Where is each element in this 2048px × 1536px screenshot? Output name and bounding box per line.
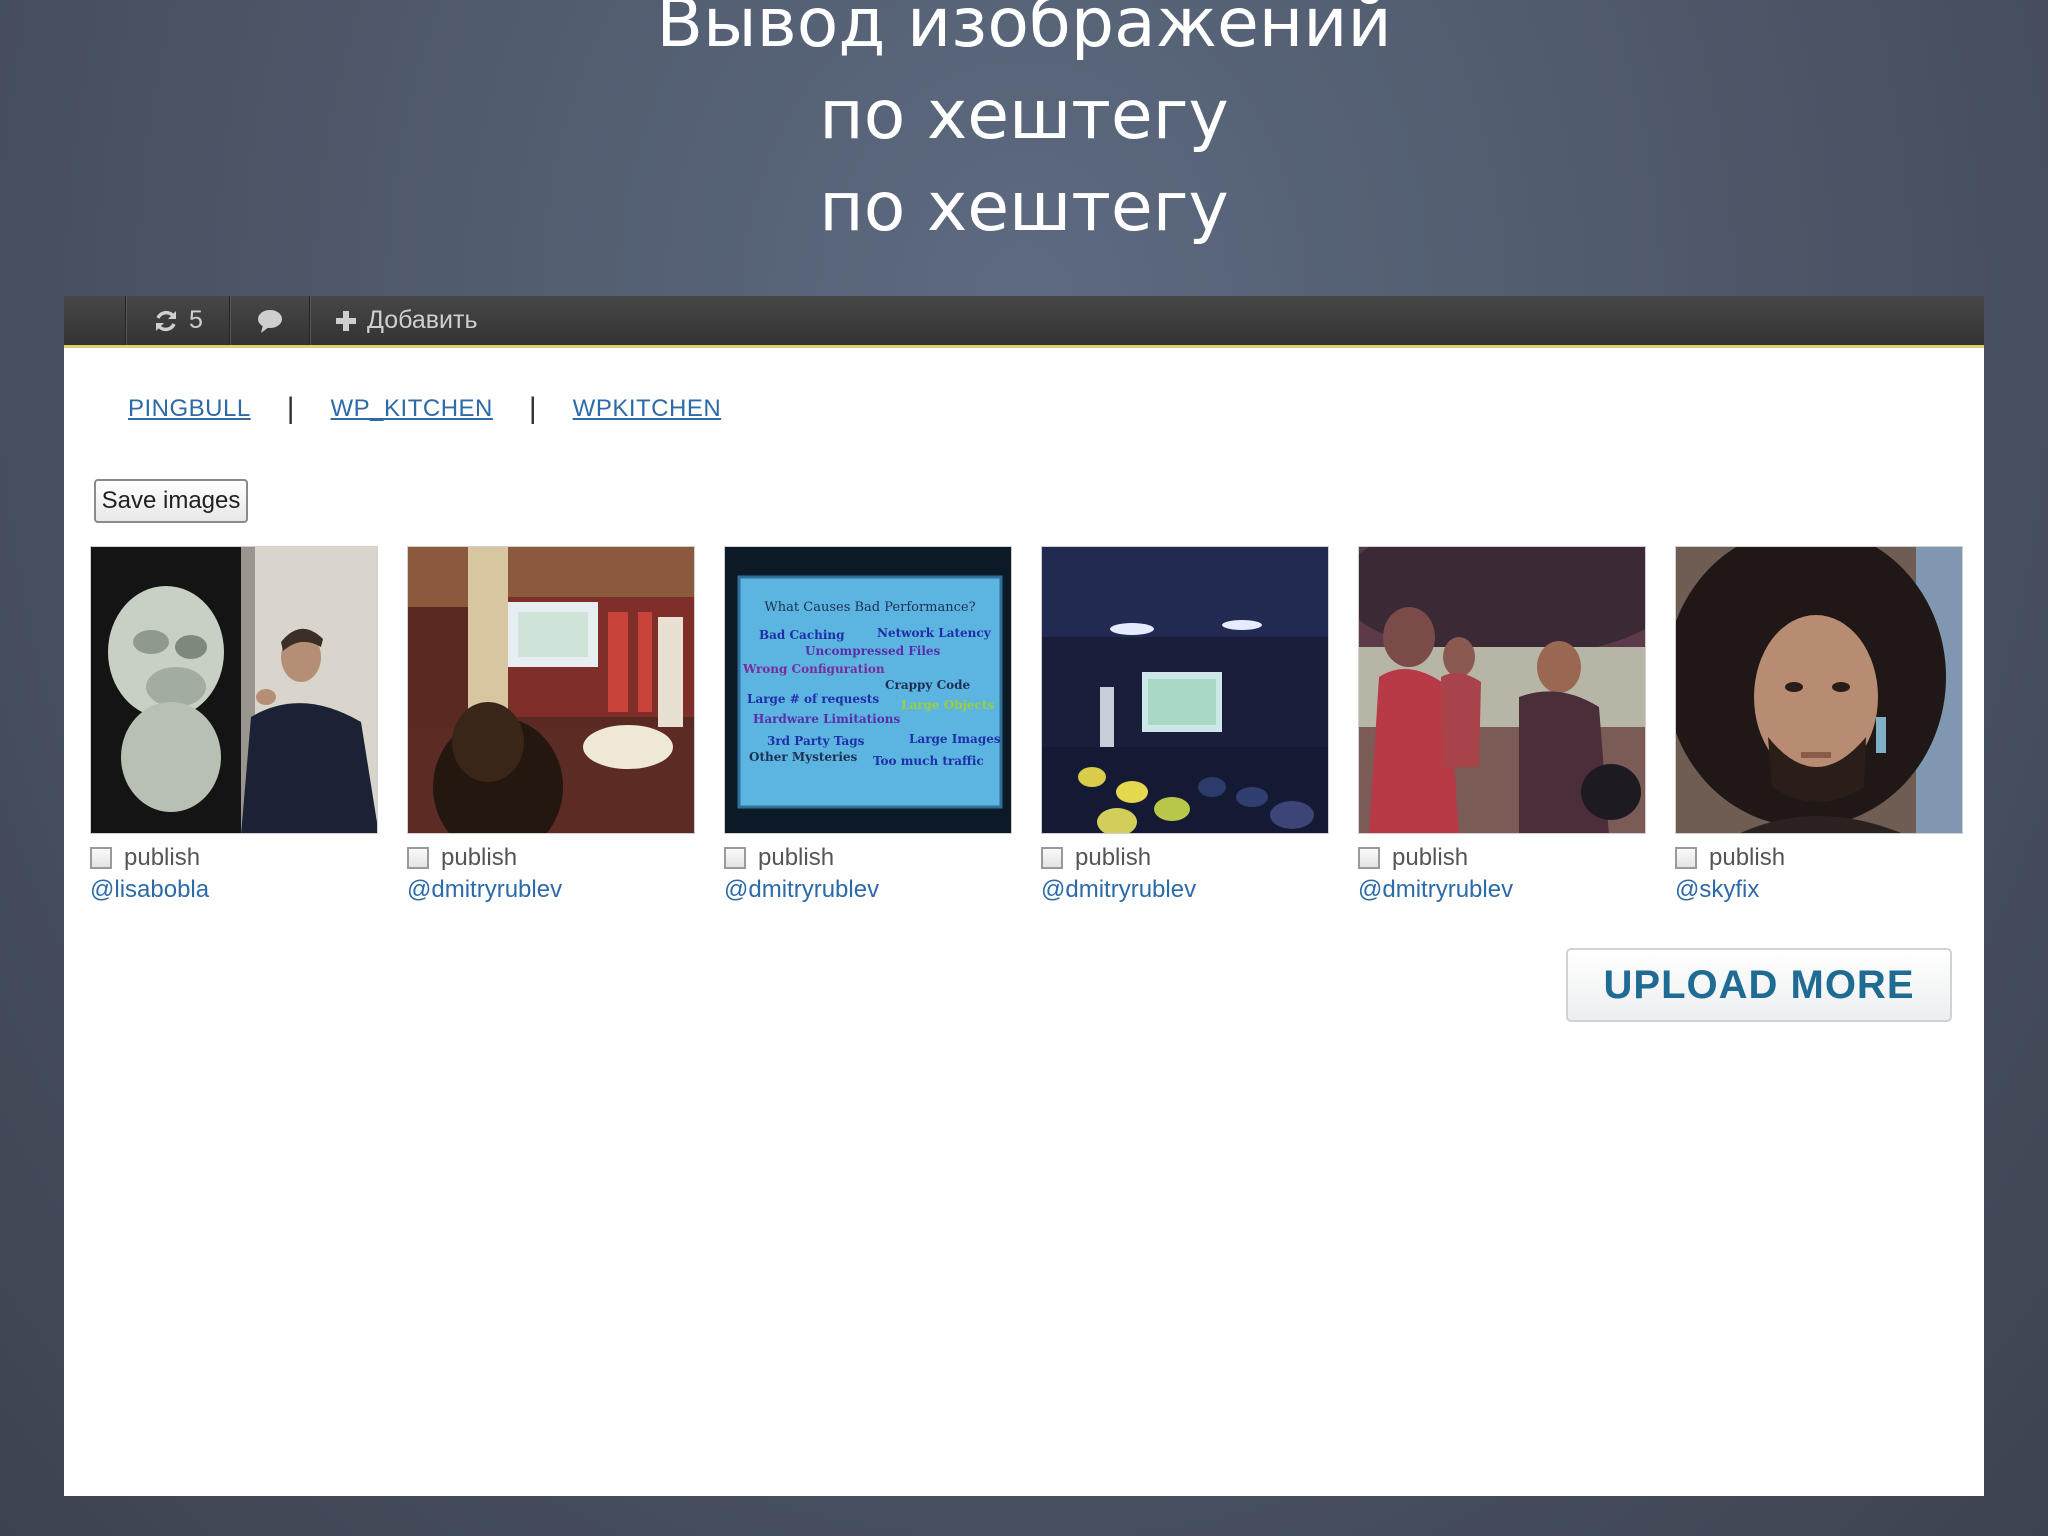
slide-text: Large Images	[909, 732, 1001, 746]
photo-thumbnail[interactable]	[1675, 546, 1963, 834]
hashtag-link-wpkitchen[interactable]: WPKITCHEN	[573, 395, 722, 423]
publish-label: publish	[441, 844, 518, 871]
publish-checkbox[interactable]	[724, 847, 746, 869]
username-link[interactable]: @dmitryrublev	[1358, 876, 1513, 904]
updates-count: 5	[189, 306, 203, 334]
slide-title-line-1: Вывод изображений	[656, 0, 1392, 63]
publish-label: publish	[124, 844, 201, 871]
slide-text: Large # of requests	[747, 692, 879, 706]
publish-row: publish	[1675, 844, 1785, 872]
slide-text: Too much traffic	[873, 754, 984, 768]
hashtag-separator: |	[286, 392, 295, 425]
hashtag-tabs: PINGBULL | WP_KITCHEN | WPKITCHEN	[128, 392, 721, 426]
publish-checkbox[interactable]	[1675, 847, 1697, 869]
admin-bar-new-label: Добавить	[367, 306, 478, 334]
slide-text: Network Latency	[877, 626, 992, 640]
publish-row: publish	[90, 844, 200, 872]
admin-bar-logo-slot[interactable]	[64, 296, 126, 345]
hashtag-link-wp-kitchen[interactable]: WP_KITCHEN	[331, 395, 493, 423]
screenshot-window: 5 Добавить PINGBULL | WP_KITCHEN | WPKIT…	[64, 296, 1984, 1496]
slide-text: Bad Caching	[759, 628, 845, 642]
username-link[interactable]: @lisabobla	[90, 876, 209, 904]
slide-text: Wrong Configuration	[742, 662, 885, 676]
upload-more-button[interactable]: UPLOAD MORE	[1566, 948, 1952, 1022]
publish-row: publish	[1358, 844, 1468, 872]
admin-bar: 5 Добавить	[64, 296, 1984, 348]
save-images-button[interactable]: Save images	[94, 479, 248, 523]
slide-text: Other Mysteries	[749, 750, 858, 764]
slide-title-line-2: по хештегу	[819, 76, 1229, 155]
admin-bar-comments[interactable]	[230, 296, 310, 345]
username-link[interactable]: @dmitryrublev	[1041, 876, 1196, 904]
username-link[interactable]: @skyfix	[1675, 876, 1759, 904]
slide-text: 3rd Party Tags	[767, 734, 865, 748]
slide-title: Вывод изображений по хештегу по хештегу	[0, 0, 2048, 254]
photo-thumbnail[interactable]	[1041, 546, 1329, 834]
publish-label: publish	[1709, 844, 1786, 871]
publish-label: publish	[1075, 844, 1152, 871]
photo-thumbnail[interactable]: What Causes Bad Performance? Bad Caching…	[724, 546, 1012, 834]
publish-row: publish	[1041, 844, 1151, 872]
plus-icon	[335, 310, 357, 332]
refresh-icon	[153, 308, 179, 334]
photo-thumbnail[interactable]	[407, 546, 695, 834]
photo-thumbnail[interactable]	[1358, 546, 1646, 834]
slide-heading: What Causes Bad Performance?	[764, 600, 975, 615]
admin-bar-updates[interactable]: 5	[126, 296, 230, 345]
slide-text: Uncompressed Files	[805, 644, 941, 658]
photo-thumbnail[interactable]	[90, 546, 378, 834]
admin-bar-new[interactable]: Добавить	[310, 296, 490, 345]
username-link[interactable]: @dmitryrublev	[724, 876, 879, 904]
publish-checkbox[interactable]	[407, 847, 429, 869]
slide-text: Large Objects	[901, 698, 994, 712]
publish-row: publish	[724, 844, 834, 872]
hashtag-separator: |	[528, 392, 537, 425]
comment-icon	[256, 308, 284, 334]
publish-checkbox[interactable]	[1041, 847, 1063, 869]
publish-label: publish	[758, 844, 835, 871]
publish-checkbox[interactable]	[90, 847, 112, 869]
slide-text: Hardware Limitations	[753, 712, 900, 726]
slide-title-line-3: по хештегу	[819, 168, 1229, 247]
publish-label: publish	[1392, 844, 1469, 871]
publish-row: publish	[407, 844, 517, 872]
publish-checkbox[interactable]	[1358, 847, 1380, 869]
hashtag-link-pingbull[interactable]: PINGBULL	[128, 395, 251, 423]
username-link[interactable]: @dmitryrublev	[407, 876, 562, 904]
slide-text: Crappy Code	[885, 678, 971, 692]
